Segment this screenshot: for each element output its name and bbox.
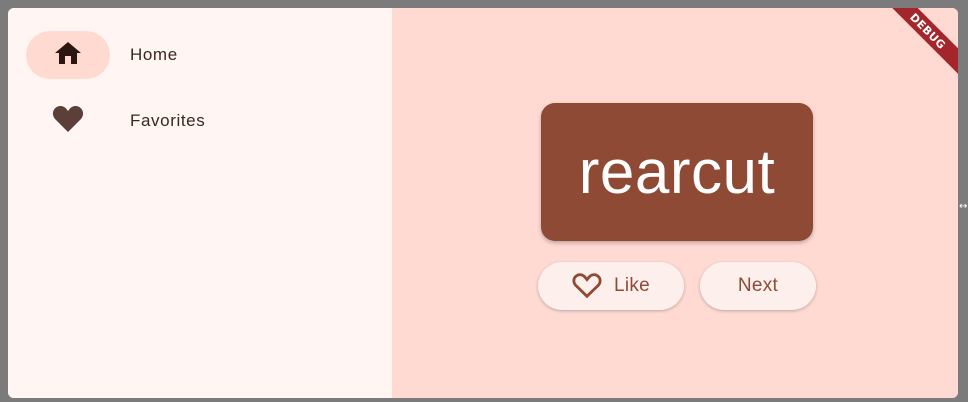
navigation-rail: Home Favorites [8,8,392,398]
nav-indicator-empty [26,97,110,145]
like-label: Like [613,275,651,296]
nav-indicator [26,31,110,79]
main-content: rearcut Like Next DEBUG [392,8,958,398]
heart-outline-icon [572,272,602,300]
word-card: rearcut [541,103,813,241]
nav-item-home[interactable]: Home [26,31,386,79]
debug-banner: DEBUG [879,8,958,80]
nav-item-favorites[interactable]: Favorites [26,97,386,145]
home-icon [54,41,82,70]
like-button[interactable]: Like [538,262,684,310]
next-button[interactable]: Next [700,262,816,310]
nav-label-favorites: Favorites [130,111,206,130]
next-label: Next [737,275,779,296]
app-window: Home Favorites rearcut Like Next DEBUG [8,8,958,398]
word-pair-text: rearcut [578,137,776,207]
heart-icon [52,105,84,138]
resize-cursor-icon: ↔ [959,201,968,212]
nav-label-home: Home [130,45,178,64]
